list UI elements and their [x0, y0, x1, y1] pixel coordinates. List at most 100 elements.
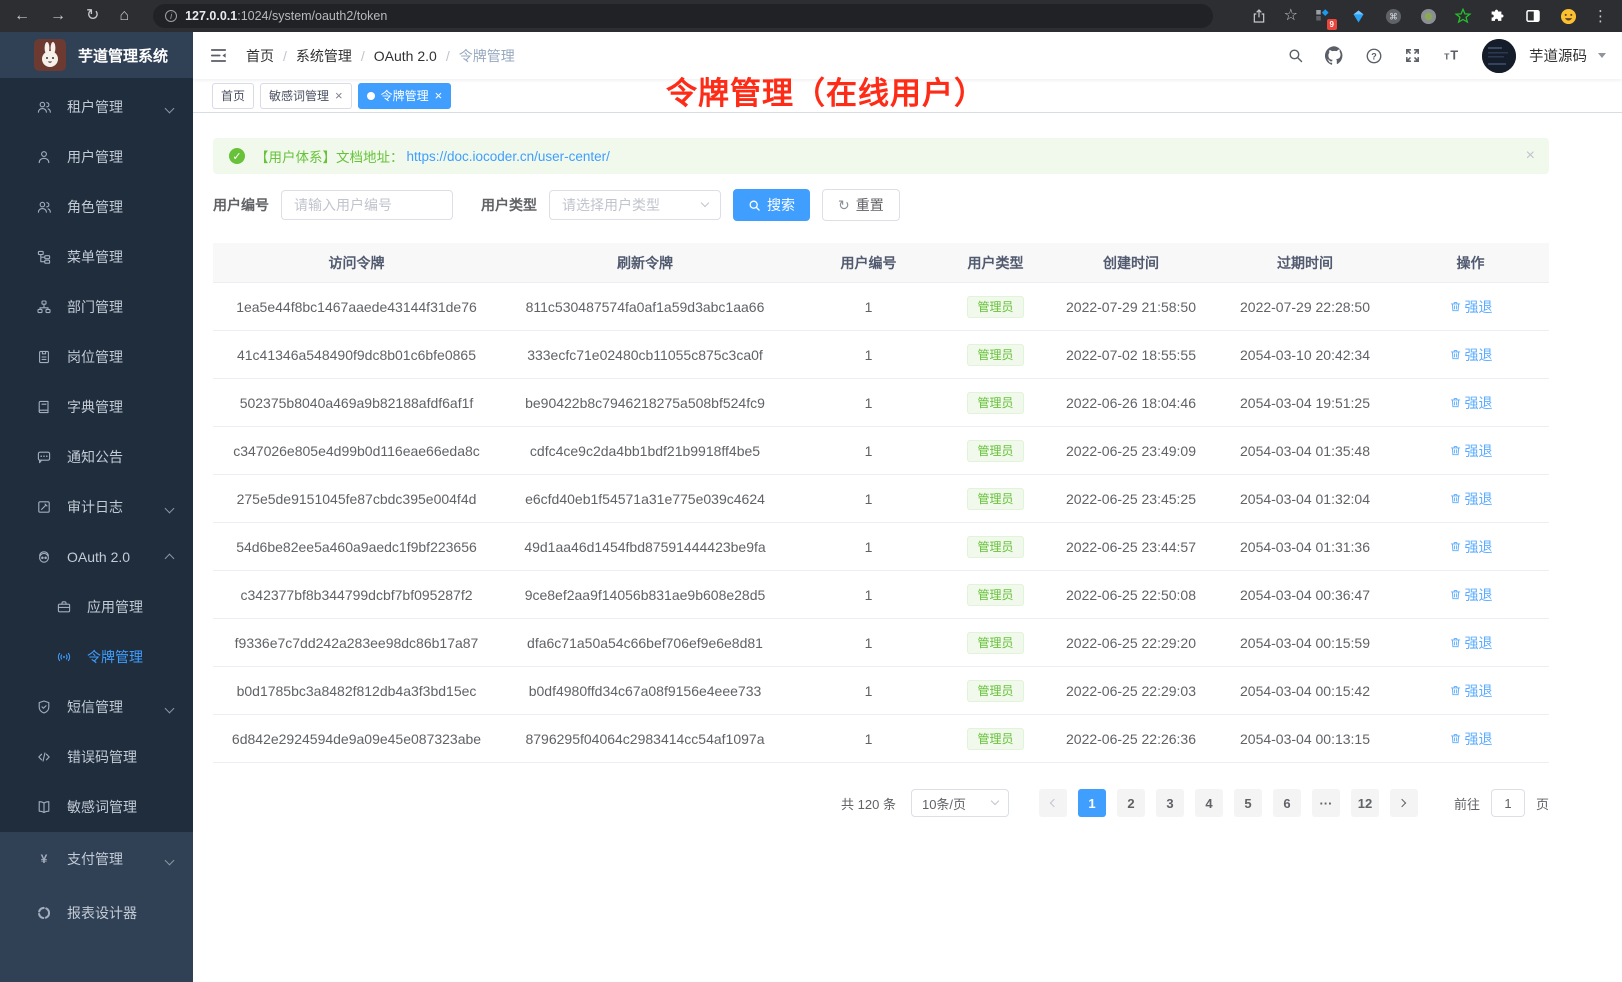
- sidebar-item-sensitive-word[interactable]: 敏感词管理: [0, 782, 193, 832]
- github-icon[interactable]: [1325, 46, 1344, 65]
- sidebar-item-oauth2-app[interactable]: 应用管理: [0, 582, 193, 632]
- page-button-6[interactable]: 6: [1273, 789, 1301, 817]
- bookmark-star-icon[interactable]: ☆: [1284, 8, 1298, 24]
- caret-down-icon[interactable]: [1598, 53, 1606, 58]
- user-type-select[interactable]: 请选择用户类型: [549, 190, 721, 220]
- goto-page-input[interactable]: [1491, 789, 1525, 817]
- gem-extension-icon[interactable]: [1348, 6, 1368, 26]
- user-id-input[interactable]: [281, 190, 453, 220]
- sidebar-item-notice[interactable]: 通知公告: [0, 432, 193, 482]
- forward-icon[interactable]: →: [50, 8, 66, 24]
- page-button-4[interactable]: 4: [1195, 789, 1223, 817]
- sidebar-item-role[interactable]: 角色管理: [0, 182, 193, 232]
- sidebar-item-label: 通知公告: [67, 447, 123, 467]
- sidebar-item-post[interactable]: 岗位管理: [0, 332, 193, 382]
- command-extension-icon[interactable]: ⌘: [1383, 6, 1403, 26]
- username[interactable]: 芋道源码: [1529, 45, 1587, 66]
- page-button-5[interactable]: 5: [1234, 789, 1262, 817]
- access-token-cell: f9336e7c7dd242a283ee98dc86b17a87: [213, 635, 500, 651]
- sidebar-item-oauth2-token[interactable]: 令牌管理: [0, 632, 193, 682]
- sidebar-item-label: 用户管理: [67, 147, 123, 167]
- tag-label: 首页: [221, 87, 245, 104]
- back-icon[interactable]: ←: [14, 8, 30, 24]
- fullscreen-icon[interactable]: [1404, 47, 1421, 64]
- prev-page-button[interactable]: [1039, 789, 1067, 817]
- page-size-select[interactable]: 10条/页: [911, 789, 1009, 817]
- sidebar-item-pay[interactable]: ¥支付管理: [0, 832, 193, 886]
- sidebar-item-label: 错误码管理: [67, 747, 137, 767]
- page-button-2[interactable]: 2: [1117, 789, 1145, 817]
- search-button[interactable]: 搜索: [733, 189, 810, 221]
- force-logout-button[interactable]: 强退: [1449, 297, 1493, 317]
- app-logo[interactable]: 芋道管理系统: [0, 32, 193, 78]
- sidebar-item-oauth2[interactable]: OAuth 2.0: [0, 532, 193, 582]
- site-info-icon[interactable]: i: [165, 10, 177, 22]
- actions-cell: 强退: [1392, 633, 1549, 653]
- force-logout-button[interactable]: 强退: [1449, 345, 1493, 365]
- force-logout-button[interactable]: 强退: [1449, 441, 1493, 461]
- search-icon[interactable]: [1287, 47, 1304, 64]
- reset-button[interactable]: ↻ 重置: [822, 189, 900, 221]
- emoji-profile-icon[interactable]: [1558, 6, 1578, 26]
- home-icon[interactable]: ⌂: [119, 8, 129, 24]
- page-button-3[interactable]: 3: [1156, 789, 1184, 817]
- column-header: 操作: [1392, 253, 1549, 273]
- page-ellipsis[interactable]: ···: [1312, 789, 1340, 817]
- alert-close-icon[interactable]: ×: [1526, 147, 1535, 165]
- share-icon[interactable]: [1249, 6, 1269, 26]
- force-logout-button[interactable]: 强退: [1449, 489, 1493, 509]
- sidebar-item-sms[interactable]: 短信管理: [0, 682, 193, 732]
- tag-close-icon[interactable]: ×: [335, 89, 343, 102]
- tag-home[interactable]: 首页: [212, 83, 254, 109]
- extension-badge: 9: [1327, 19, 1337, 30]
- extension-tiles-icon[interactable]: 9: [1313, 6, 1333, 26]
- breadcrumb-item[interactable]: 系统管理: [296, 46, 352, 66]
- page-button-12[interactable]: 12: [1351, 789, 1379, 817]
- avatar[interactable]: [1482, 39, 1516, 73]
- message-icon: [36, 449, 52, 465]
- tag-close-icon[interactable]: ×: [435, 89, 443, 102]
- sidebar-item-user[interactable]: 用户管理: [0, 132, 193, 182]
- record-extension-icon[interactable]: [1418, 6, 1438, 26]
- sidebar-item-report[interactable]: 报表设计器: [0, 886, 193, 940]
- page-button-1[interactable]: 1: [1078, 789, 1106, 817]
- help-icon[interactable]: ?: [1365, 47, 1383, 65]
- create-time-cell: 2022-07-02 18:55:55: [1044, 347, 1218, 363]
- tag-token[interactable]: 令牌管理×: [358, 83, 452, 109]
- annotation-text: 令牌管理（在线用户）: [666, 68, 986, 113]
- force-logout-button[interactable]: 强退: [1449, 681, 1493, 701]
- breadcrumb-item[interactable]: 首页: [246, 46, 274, 66]
- access-token-cell: 6d842e2924594de9a09e45e087323abe: [213, 731, 500, 747]
- tag-sensitive-word[interactable]: 敏感词管理×: [260, 83, 352, 109]
- reload-icon[interactable]: ↻: [86, 8, 99, 24]
- chevron-down-icon: [166, 499, 173, 515]
- expire-time-cell: 2054-03-04 19:51:25: [1218, 395, 1392, 411]
- force-logout-button[interactable]: 强退: [1449, 633, 1493, 653]
- sidebar-item-dict[interactable]: 字典管理: [0, 382, 193, 432]
- puzzle-extensions-icon[interactable]: [1488, 6, 1508, 26]
- user-id-cell: 1: [790, 731, 947, 747]
- sidebar-item-dept[interactable]: 部门管理: [0, 282, 193, 332]
- address-bar[interactable]: i 127.0.0.1:1024/system/oauth2/token: [153, 4, 1213, 28]
- doc-link[interactable]: https://doc.iocoder.cn/user-center/: [407, 149, 610, 164]
- browser-menu-icon[interactable]: ⋮: [1593, 7, 1608, 25]
- font-size-icon[interactable]: TT: [1442, 46, 1461, 65]
- create-time-cell: 2022-06-25 23:45:25: [1044, 491, 1218, 507]
- sidebar-item-label: 令牌管理: [87, 647, 143, 667]
- sidebar-item-tenant[interactable]: 租户管理: [0, 82, 193, 132]
- next-page-button[interactable]: [1390, 789, 1418, 817]
- logo-rabbit-icon: [34, 39, 66, 71]
- force-logout-button[interactable]: 强退: [1449, 585, 1493, 605]
- force-logout-button[interactable]: 强退: [1449, 537, 1493, 557]
- refresh-token-cell: 333ecfc71e02480cb11055c875c3ca0f: [500, 347, 790, 363]
- hamburger-icon[interactable]: [209, 46, 228, 65]
- sidebar-item-error-code[interactable]: 错误码管理: [0, 732, 193, 782]
- user-type-badge: 管理员: [967, 488, 1023, 510]
- star-extension-icon[interactable]: [1453, 6, 1473, 26]
- force-logout-button[interactable]: 强退: [1449, 729, 1493, 749]
- sidebar-panel-icon[interactable]: [1523, 6, 1543, 26]
- sidebar-item-menu[interactable]: 菜单管理: [0, 232, 193, 282]
- breadcrumb-item[interactable]: OAuth 2.0: [374, 48, 437, 64]
- force-logout-button[interactable]: 强退: [1449, 393, 1493, 413]
- sidebar-item-audit-log[interactable]: 审计日志: [0, 482, 193, 532]
